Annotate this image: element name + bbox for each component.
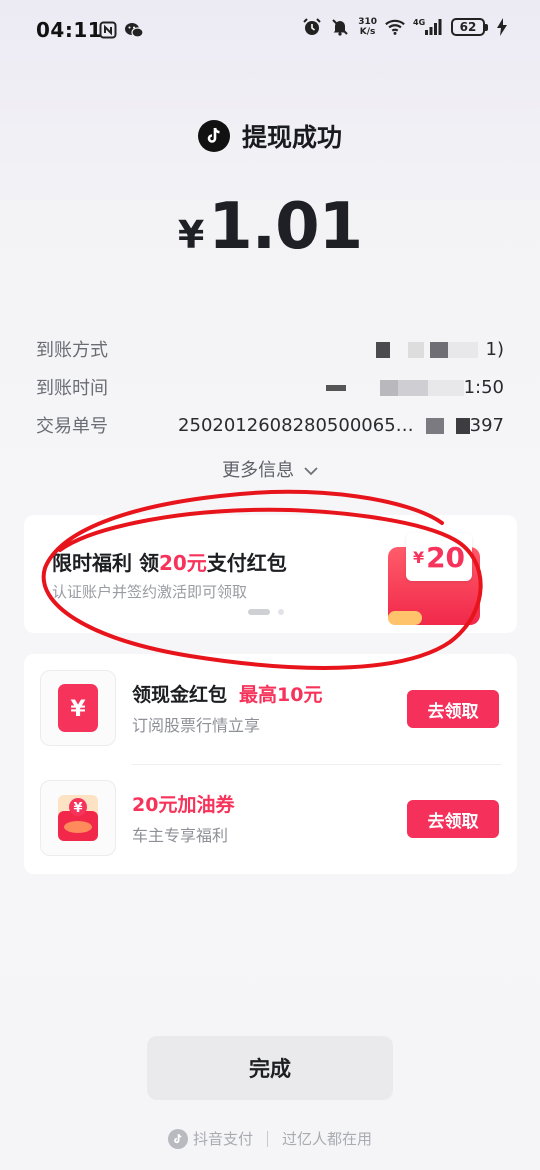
more-info-toggle[interactable]: 更多信息	[0, 456, 540, 482]
offer-item: ¥ 20元加油券 车主专享福利 去领取	[24, 764, 517, 874]
more-info-label[interactable]: 更多信息	[222, 460, 294, 481]
svg-text:4G: 4G	[413, 18, 425, 27]
footer: 抖音支付 过亿人都在用	[0, 1128, 540, 1149]
net-speed: 310 K/s	[358, 17, 377, 37]
envelope-amount: ¥20	[406, 533, 472, 581]
claim-cash-button[interactable]: 去领取	[407, 690, 499, 728]
wechat-icon	[124, 20, 144, 40]
carousel-dot-active	[248, 609, 270, 615]
offer-item: ¥ 领现金红包 最高10元 订阅股票行情立享 去领取	[24, 654, 517, 765]
offer-title: 领现金红包 最高10元	[132, 684, 323, 706]
red-envelope-icon: ¥20	[388, 529, 480, 625]
fuel-coupon-icon: ¥	[40, 780, 116, 856]
mute-icon	[330, 17, 350, 37]
status-bar: 04:11 310 K/s 4G 62	[0, 0, 540, 60]
douyin-logo-icon	[197, 120, 230, 152]
svg-text:¥: ¥	[70, 697, 86, 722]
promo-subtitle: 认证账户并签约激活即可领取	[52, 583, 248, 601]
offers-list: ¥ 领现金红包 最高10元 订阅股票行情立享 去领取 ¥ 20元加油券 车主专享福…	[24, 654, 517, 874]
nfc-icon	[98, 20, 118, 40]
douyin-pay-logo-icon	[167, 1128, 188, 1149]
detail-label: 到账时间	[36, 378, 108, 399]
offer-subtitle: 订阅股票行情立享	[132, 716, 261, 735]
carousel-dot	[278, 609, 284, 615]
battery-level: 62	[451, 18, 485, 36]
status-time: 04:11	[36, 18, 103, 42]
footer-brand-label: 抖音支付	[192, 1130, 253, 1148]
withdraw-amount: ¥1.01	[0, 190, 540, 264]
promo-title: 限时福利 领20元支付红包	[52, 551, 287, 575]
done-button[interactable]: 完成	[147, 1036, 393, 1100]
promo-banner[interactable]: 限时福利 领20元支付红包 认证账户并签约激活即可领取 ¥20	[24, 515, 517, 633]
battery-indicator: 62	[451, 18, 488, 36]
wifi-icon	[385, 17, 405, 37]
detail-row-method: 到账方式 1)	[36, 334, 504, 364]
carousel-indicator	[248, 609, 284, 615]
detail-value: 2502012608280500065… 397	[178, 414, 504, 436]
svg-text:¥: ¥	[73, 801, 82, 816]
detail-label: 交易单号	[36, 416, 108, 437]
charging-icon	[496, 17, 508, 37]
amount-value: 1.01	[208, 190, 363, 264]
claim-fuel-coupon-button[interactable]: 去领取	[407, 800, 499, 838]
status-left-icons	[98, 20, 144, 40]
detail-value: 1)	[375, 339, 504, 360]
footer-divider	[267, 1130, 268, 1147]
footer-brand: 抖音支付	[167, 1128, 253, 1149]
detail-value: 1:50	[325, 377, 504, 398]
offer-title: 20元加油券	[132, 794, 235, 816]
page-title: 提现成功	[241, 123, 342, 152]
page-header: 提现成功	[0, 118, 540, 154]
footer-tagline: 过亿人都在用	[282, 1130, 373, 1148]
status-right-icons: 310 K/s 4G 62	[302, 17, 508, 37]
offer-subtitle: 车主专享福利	[132, 826, 229, 845]
detail-row-order: 交易单号 2502012608280500065… 397	[36, 410, 504, 440]
signal-icon: 4G	[413, 17, 443, 37]
chevron-down-icon[interactable]	[304, 466, 318, 476]
alarm-icon	[302, 17, 322, 37]
cash-envelope-icon: ¥	[40, 670, 116, 746]
amount-currency: ¥	[177, 213, 205, 257]
detail-row-time: 到账时间 1:50	[36, 372, 504, 402]
detail-label: 到账方式	[36, 340, 108, 361]
